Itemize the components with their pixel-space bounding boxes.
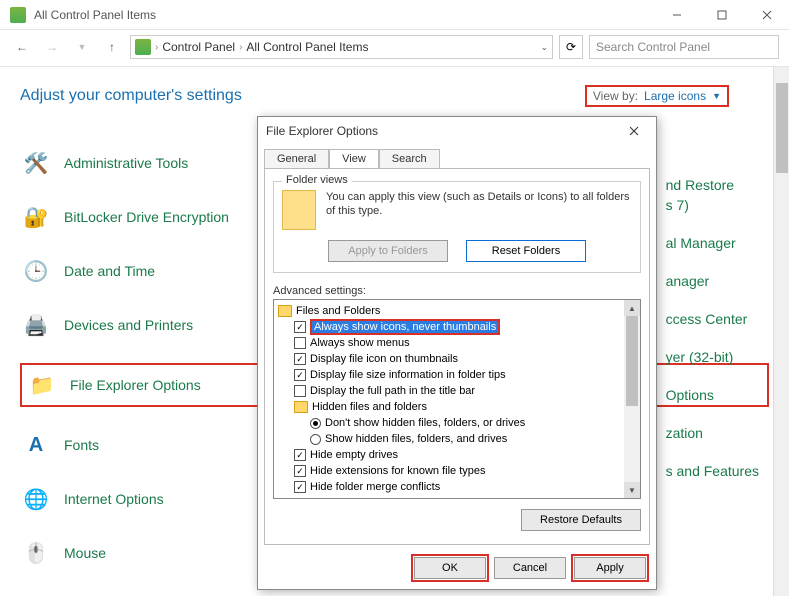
ok-button[interactable]: OK <box>414 557 486 579</box>
list-item[interactable]: anager <box>666 273 759 289</box>
apply-to-folders-button[interactable]: Apply to Folders <box>328 240 448 262</box>
crumb-control-panel[interactable]: Control Panel <box>162 40 235 54</box>
globe-icon: 🌐 <box>20 483 52 515</box>
checkbox-icon[interactable] <box>294 385 306 397</box>
apply-button[interactable]: Apply <box>574 557 646 579</box>
tab-view[interactable]: View <box>329 149 379 168</box>
up-button[interactable]: ↑ <box>100 35 124 59</box>
list-item[interactable]: s and Features <box>666 463 759 479</box>
chevron-down-icon: ▼ <box>712 91 721 101</box>
list-item[interactable]: zation <box>666 425 759 441</box>
advanced-settings-label: Advanced settings: <box>273 285 641 297</box>
tree-item[interactable]: Always show icons, never thumbnails <box>278 319 638 335</box>
dialog-close-button[interactable] <box>620 119 648 143</box>
list-item[interactable]: nd Restore <box>666 177 759 193</box>
list-item: s 7) <box>666 197 759 213</box>
tree-item[interactable]: Hide folder merge conflicts <box>278 479 638 495</box>
tree-item[interactable]: Display the full path in the title bar <box>278 383 638 399</box>
list-item[interactable]: yer (32-bit) <box>666 349 759 365</box>
window-title: All Control Panel Items <box>34 8 654 22</box>
scroll-down-icon[interactable]: ▼ <box>624 482 640 498</box>
tab-search[interactable]: Search <box>379 149 440 168</box>
item-phone-modem[interactable]: 📞Phone and Modem <box>20 591 769 596</box>
address-dropdown-icon[interactable]: ⌄ <box>540 42 548 53</box>
tree-item[interactable]: Don't show hidden files, folders, or dri… <box>278 415 638 431</box>
cancel-button[interactable]: Cancel <box>494 557 566 579</box>
vertical-scrollbar[interactable] <box>773 67 789 596</box>
tree-item[interactable]: Display file icon on thumbnails <box>278 351 638 367</box>
checkbox-icon[interactable] <box>294 353 306 365</box>
list-item[interactable]: al Manager <box>666 235 759 251</box>
explorer-navbar: ← → ▼ ↑ › Control Panel › All Control Pa… <box>0 30 789 64</box>
refresh-button[interactable]: ⟳ <box>559 35 583 59</box>
crumb-all-items[interactable]: All Control Panel Items <box>246 40 368 54</box>
radio-icon[interactable] <box>310 418 321 429</box>
folder-views-group: Folder views You can apply this view (su… <box>273 181 641 273</box>
control-panel-icon <box>10 7 26 23</box>
tab-view-body: Folder views You can apply this view (su… <box>264 168 650 545</box>
radio-icon[interactable] <box>310 434 321 445</box>
search-input[interactable]: Search Control Panel <box>589 35 779 59</box>
window-titlebar: All Control Panel Items <box>0 0 789 30</box>
view-by-select[interactable]: View by: Large icons ▼ <box>585 85 729 107</box>
list-item[interactable]: Options <box>666 387 759 403</box>
control-panel-icon <box>135 39 151 55</box>
recent-dropdown[interactable]: ▼ <box>70 35 94 59</box>
tree-item[interactable]: Display file size information in folder … <box>278 367 638 383</box>
checkbox-icon[interactable] <box>294 449 306 461</box>
tree-item[interactable]: Hide empty drives <box>278 447 638 463</box>
checkbox-icon[interactable] <box>294 465 306 477</box>
tab-general[interactable]: General <box>264 149 329 168</box>
scrollbar-thumb[interactable] <box>626 316 638 406</box>
dialog-titlebar: File Explorer Options <box>258 117 656 145</box>
lock-icon: 🔐 <box>20 201 52 233</box>
folder-options-icon: 📁 <box>26 369 58 401</box>
tree-scrollbar[interactable]: ▲ ▼ <box>624 300 640 498</box>
tools-icon: 🛠️ <box>20 147 52 179</box>
dialog-tabs: General View Search <box>258 145 656 168</box>
checkbox-icon[interactable] <box>294 337 306 349</box>
reset-folders-button[interactable]: Reset Folders <box>466 240 586 262</box>
forward-button[interactable]: → <box>40 35 64 59</box>
minimize-button[interactable] <box>654 0 699 30</box>
fonts-icon: A <box>20 429 52 461</box>
phone-icon: 📞 <box>20 591 52 596</box>
folder-icon <box>278 305 292 317</box>
maximize-button[interactable] <box>699 0 744 30</box>
close-button[interactable] <box>744 0 789 30</box>
chevron-right-icon: › <box>155 42 158 53</box>
tree-item[interactable]: Show hidden files, folders, and drives <box>278 431 638 447</box>
file-explorer-options-dialog: File Explorer Options General View Searc… <box>257 116 657 590</box>
checkbox-icon[interactable] <box>294 369 306 381</box>
mouse-icon: 🖱️ <box>20 537 52 569</box>
restore-defaults-button[interactable]: Restore Defaults <box>521 509 641 531</box>
tree-item[interactable]: Hide extensions for known file types <box>278 463 638 479</box>
checkbox-icon[interactable] <box>294 321 306 333</box>
folder-icon <box>294 401 308 413</box>
checkbox-icon[interactable] <box>294 481 306 493</box>
address-breadcrumb[interactable]: › Control Panel › All Control Panel Item… <box>130 35 553 59</box>
list-item[interactable]: ccess Center <box>666 311 759 327</box>
advanced-settings-tree[interactable]: Files and Folders Always show icons, nev… <box>273 299 641 499</box>
clock-icon: 🕒 <box>20 255 52 287</box>
scrollbar-thumb[interactable] <box>776 83 788 173</box>
printer-icon: 🖨️ <box>20 309 52 341</box>
back-button[interactable]: ← <box>10 35 34 59</box>
folder-icon <box>282 190 316 230</box>
page-title: Adjust your computer's settings <box>20 87 242 105</box>
chevron-right-icon: › <box>239 42 242 53</box>
right-column-partial: nd Restore s 7) al Manager anager ccess … <box>666 177 759 479</box>
tree-item[interactable]: Always show menus <box>278 335 638 351</box>
scroll-up-icon[interactable]: ▲ <box>624 300 640 316</box>
